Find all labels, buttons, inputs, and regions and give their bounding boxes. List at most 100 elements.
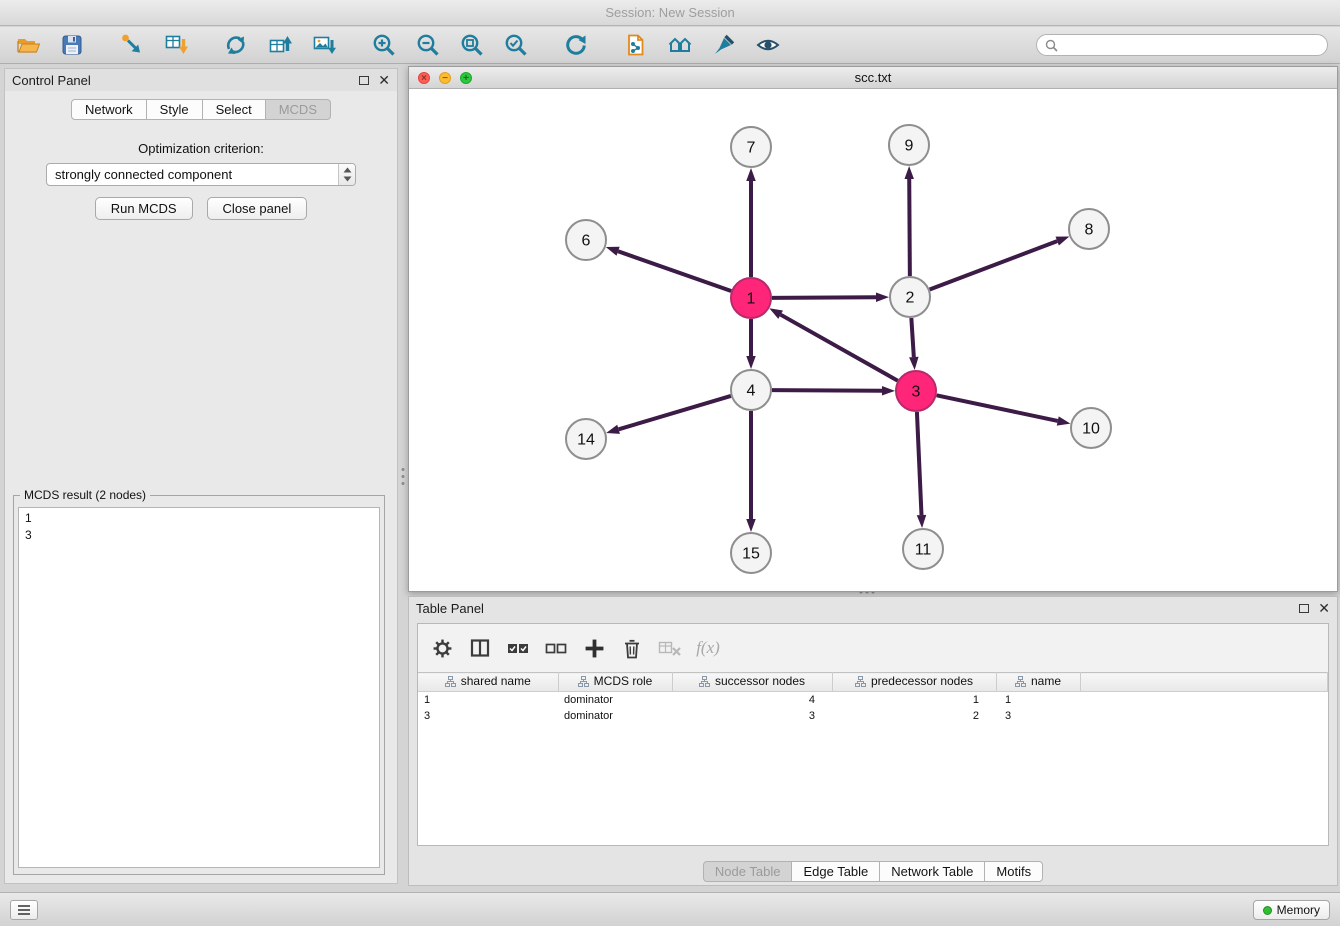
column-header[interactable]: successor nodes <box>672 673 832 692</box>
save-session-button[interactable] <box>54 30 90 60</box>
tab-mcds[interactable]: MCDS <box>265 99 331 120</box>
task-history-button[interactable] <box>10 900 38 920</box>
edge-1-2[interactable] <box>772 292 889 301</box>
add-row-button[interactable] <box>580 635 608 661</box>
edge-4-14[interactable] <box>606 396 731 434</box>
clear-table-icon <box>658 638 682 658</box>
node-4[interactable]: 4 <box>731 370 771 410</box>
edge-2-3[interactable] <box>909 318 918 370</box>
tab-network[interactable]: Network <box>71 99 147 120</box>
node-15[interactable]: 15 <box>731 533 771 573</box>
network-document-button[interactable] <box>618 30 654 60</box>
criterion-select[interactable]: strongly connected component <box>46 163 356 186</box>
table-settings-button[interactable] <box>428 635 456 661</box>
main-toolbar <box>0 27 1340 64</box>
trash-icon <box>622 638 642 659</box>
function-builder-button[interactable]: f(x) <box>694 635 722 661</box>
column-header[interactable]: shared name <box>418 673 558 692</box>
zoom-in-button[interactable] <box>366 30 402 60</box>
export-image-button[interactable] <box>306 30 342 60</box>
vertical-splitter[interactable] <box>398 68 408 884</box>
zoom-out-button[interactable] <box>410 30 446 60</box>
table-cell: 3 <box>672 708 832 724</box>
float-table-panel-icon[interactable] <box>1299 604 1309 613</box>
edge-1-7[interactable] <box>746 168 756 277</box>
close-window-icon[interactable]: × <box>418 72 430 84</box>
network-window-titlebar[interactable]: × − + scc.txt <box>409 67 1337 89</box>
export-network-icon <box>223 32 249 58</box>
edge-3-10[interactable] <box>937 395 1071 425</box>
zoom-out-icon <box>415 32 441 58</box>
node-7[interactable]: 7 <box>731 127 771 167</box>
node-6[interactable]: 6 <box>566 220 606 260</box>
node-14[interactable]: 14 <box>566 419 606 459</box>
zoom-fit-button[interactable] <box>454 30 490 60</box>
zoom-window-icon[interactable]: + <box>460 72 472 84</box>
node-8[interactable]: 8 <box>1069 209 1109 249</box>
select-all-button[interactable] <box>504 635 532 661</box>
float-panel-icon[interactable] <box>359 76 369 85</box>
select-all-icon <box>507 638 529 658</box>
show-columns-button[interactable] <box>466 635 494 661</box>
refresh-button[interactable] <box>558 30 594 60</box>
minimize-window-icon[interactable]: − <box>439 72 451 84</box>
open-session-button[interactable] <box>10 30 46 60</box>
close-table-panel-icon[interactable]: ✕ <box>1318 602 1330 614</box>
import-table-button[interactable] <box>158 30 194 60</box>
run-mcds-button[interactable]: Run MCDS <box>95 197 193 220</box>
tab-select[interactable]: Select <box>202 99 266 120</box>
edge-3-11[interactable] <box>917 412 926 528</box>
edge-4-3[interactable] <box>772 386 895 395</box>
column-header[interactable]: MCDS role <box>558 673 672 692</box>
edge-4-15[interactable] <box>746 411 756 532</box>
node-10[interactable]: 10 <box>1071 408 1111 448</box>
edge-1-4[interactable] <box>746 319 756 369</box>
svg-text:3: 3 <box>912 384 921 401</box>
tab-network-table[interactable]: Network Table <box>879 861 985 882</box>
tab-motifs[interactable]: Motifs <box>984 861 1043 882</box>
export-table-button[interactable] <box>262 30 298 60</box>
node-11[interactable]: 11 <box>903 529 943 569</box>
node-3[interactable]: 3 <box>896 371 936 411</box>
neighbors-button[interactable] <box>662 30 698 60</box>
network-graph[interactable]: 7 9 6 8 1 2 4 3 14 10 15 11 <box>409 89 1337 591</box>
column-header[interactable]: predecessor nodes <box>832 673 996 692</box>
table-row[interactable]: 1dominator411 <box>418 692 1328 708</box>
search-input[interactable] <box>1063 38 1319 52</box>
node-table: shared nameMCDS rolesuccessor nodesprede… <box>418 672 1328 724</box>
node-9[interactable]: 9 <box>889 125 929 165</box>
mcds-result-lines[interactable]: 13 <box>18 507 380 868</box>
table-cell: 4 <box>672 692 832 708</box>
close-panel-icon[interactable]: ✕ <box>378 74 390 86</box>
zoom-selected-button[interactable] <box>498 30 534 60</box>
column-header[interactable]: name <box>996 673 1080 692</box>
clone-network-button[interactable] <box>218 30 254 60</box>
edge-2-9[interactable] <box>904 166 913 276</box>
node-table-body: 1dominator4113dominator323 <box>418 692 1328 724</box>
tab-edge-table[interactable]: Edge Table <box>791 861 880 882</box>
svg-text:4: 4 <box>747 383 756 400</box>
node-2[interactable]: 2 <box>890 277 930 317</box>
network-canvas[interactable]: 7 9 6 8 1 2 4 3 14 10 15 11 <box>409 89 1337 591</box>
tab-node-table[interactable]: Node Table <box>703 861 793 882</box>
memory-label: Memory <box>1277 903 1320 917</box>
column-tree-icon <box>699 676 710 687</box>
deselect-all-button[interactable] <box>542 635 570 661</box>
toolbar-search[interactable] <box>1036 34 1328 56</box>
import-network-button[interactable] <box>114 30 150 60</box>
style-brush-button[interactable] <box>706 30 742 60</box>
clear-table-button[interactable] <box>656 635 684 661</box>
table-row[interactable]: 3dominator323 <box>418 708 1328 724</box>
delete-row-button[interactable] <box>618 635 646 661</box>
table-toolbar: f(x) <box>418 624 1328 672</box>
tab-style[interactable]: Style <box>146 99 203 120</box>
close-panel-button[interactable]: Close panel <box>207 197 308 220</box>
edge-2-8[interactable] <box>930 236 1070 289</box>
edge-1-6[interactable] <box>606 247 731 291</box>
edge-3-1[interactable] <box>769 308 897 380</box>
memory-button[interactable]: Memory <box>1253 900 1330 920</box>
result-line: 1 <box>25 510 373 527</box>
node-1[interactable]: 1 <box>731 278 771 318</box>
svg-text:7: 7 <box>747 140 756 157</box>
hide-show-button[interactable] <box>750 30 786 60</box>
